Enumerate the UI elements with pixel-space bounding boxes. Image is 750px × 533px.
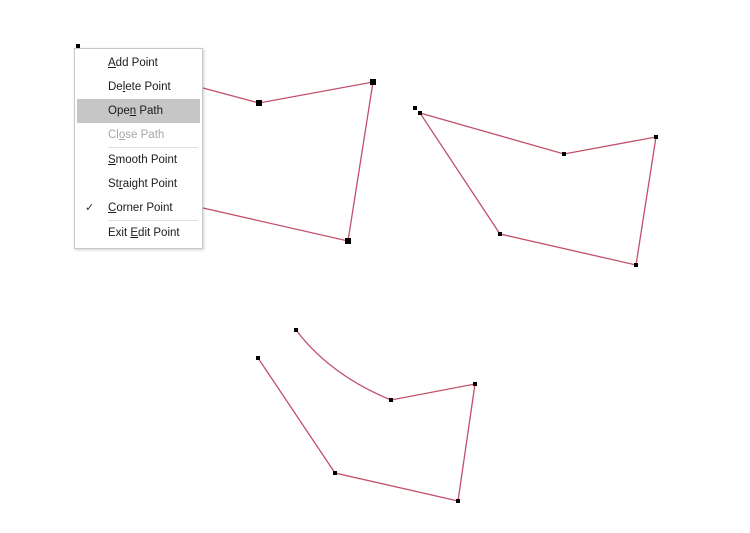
shape-open-path[interactable]	[256, 328, 477, 503]
menu-item-corner-point[interactable]: ✓ Corner Point	[75, 196, 202, 220]
checkmark-icon: ✓	[85, 202, 95, 214]
vertex-handle[interactable]	[562, 152, 566, 156]
menu-item-exit-edit-point[interactable]: Exit Edit Point	[75, 221, 202, 245]
vertex-handle[interactable]	[333, 471, 337, 475]
vertex-handle[interactable]	[256, 356, 260, 360]
menu-item-add-point[interactable]: Add Point	[75, 51, 202, 75]
vertex-handle[interactable]	[294, 328, 298, 332]
menu-item-straight-point[interactable]: Straight Point	[75, 172, 202, 196]
vertex-handle[interactable]	[634, 263, 638, 267]
shape-closed-path-2[interactable]	[413, 106, 658, 267]
vertex-handle[interactable]	[389, 398, 393, 402]
mnemonic: A	[108, 57, 116, 69]
shape-3-outline[interactable]	[257, 329, 476, 502]
menu-item-close-path: Close Path	[108, 129, 165, 141]
vertex-handle[interactable]	[370, 79, 376, 85]
vertex-handle[interactable]	[413, 106, 417, 110]
mnemonic: S	[108, 154, 116, 166]
vertex-handle[interactable]	[345, 238, 351, 244]
mnemonic: E	[130, 227, 139, 239]
vertex-handle[interactable]	[473, 382, 477, 386]
vertex-handle[interactable]	[256, 100, 262, 106]
shape-1-outline[interactable]	[202, 81, 374, 242]
menu-item-open-path[interactable]: Open Path	[77, 99, 200, 123]
menu-item-delete-point[interactable]: Delete Point	[75, 75, 202, 99]
edit-points-context-menu: Add Point Delete Point Open Path Close P…	[74, 48, 203, 249]
menu-item-smooth-point[interactable]: Smooth Point	[75, 148, 202, 172]
vertex-handle[interactable]	[418, 111, 422, 115]
vertex-handle[interactable]	[498, 232, 502, 236]
vertex-handle[interactable]	[654, 135, 658, 139]
vertex-handle[interactable]	[456, 499, 460, 503]
shape-2-outline[interactable]	[418, 111, 657, 266]
